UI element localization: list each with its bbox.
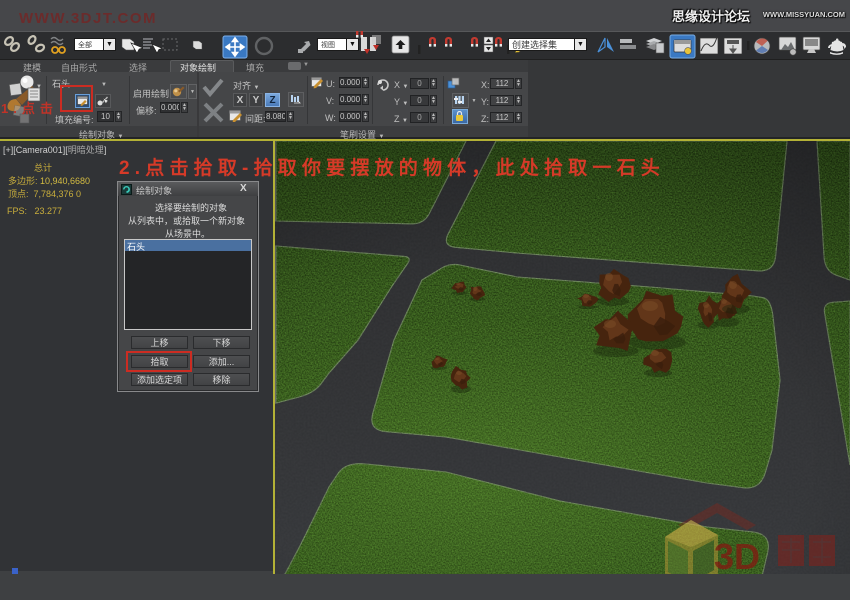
svg-text:3D: 3D: [714, 536, 760, 577]
